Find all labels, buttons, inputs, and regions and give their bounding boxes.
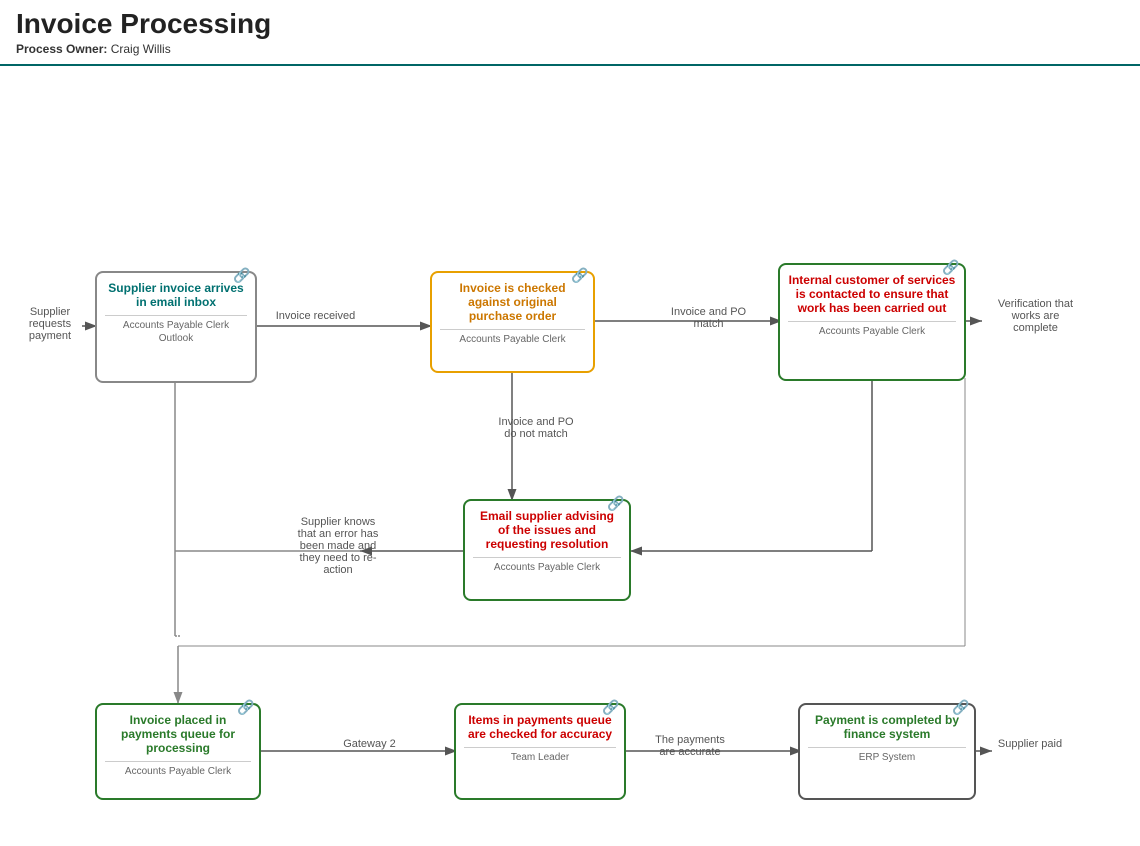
page-title: Invoice Processing xyxy=(16,8,1124,40)
clip-icon-1: 🔗 xyxy=(233,267,247,281)
clip-icon-3: 🔗 xyxy=(942,259,956,273)
label-po-match: Invoice and PO match xyxy=(656,306,761,330)
box-queue-accuracy: 🔗 Items in payments queue are checked fo… xyxy=(454,703,626,800)
box6-title: Items in payments queue are checked for … xyxy=(464,713,616,741)
box1-role: Accounts Payable Clerk xyxy=(105,320,247,331)
label-no-match: Invoice and PO do not match xyxy=(476,416,596,440)
label-gateway2: Gateway 2 xyxy=(322,738,417,750)
box7-role: ERP System xyxy=(808,752,966,763)
box4-title: Email supplier advising of the issues an… xyxy=(473,509,621,551)
box4-role: Accounts Payable Clerk xyxy=(473,562,621,573)
label-verification: Verification that works are complete xyxy=(978,298,1093,334)
box5-title: Invoice placed in payments queue for pro… xyxy=(105,713,251,755)
header: Invoice Processing Process Owner: Craig … xyxy=(0,0,1140,60)
box3-role: Accounts Payable Clerk xyxy=(788,326,956,337)
clip-icon-2: 🔗 xyxy=(571,267,585,281)
clip-icon-6: 🔗 xyxy=(602,699,616,713)
label-payments-accurate: The payments are accurate xyxy=(635,734,745,758)
box1-system: Outlook xyxy=(105,333,247,344)
box-internal-customer: 🔗 Internal customer of services is conta… xyxy=(778,263,966,381)
box-email-supplier: 🔗 Email supplier advising of the issues … xyxy=(463,499,631,601)
box-payments-queue: 🔗 Invoice placed in payments queue for p… xyxy=(95,703,261,800)
label-supplier-paid: Supplier paid xyxy=(985,738,1075,750)
box1-title: Supplier invoice arrives in email inbox xyxy=(105,281,247,309)
clip-icon-5: 🔗 xyxy=(237,699,251,713)
box7-title: Payment is completed by finance system xyxy=(808,713,966,741)
clip-icon-4: 🔗 xyxy=(607,495,621,509)
label-supplier-error: Supplier knows that an error has been ma… xyxy=(268,516,408,576)
label-supplier-requests: Supplier requests payment xyxy=(10,306,90,342)
box2-title: Invoice is checked against original purc… xyxy=(440,281,585,323)
clip-icon-7: 🔗 xyxy=(952,699,966,713)
box-payment-complete: 🔗 Payment is completed by finance system… xyxy=(798,703,976,800)
box5-role: Accounts Payable Clerk xyxy=(105,766,251,777)
box-supplier-invoice: 🔗 Supplier invoice arrives in email inbo… xyxy=(95,271,257,383)
process-canvas: Supplier requests payment Invoice receiv… xyxy=(0,66,1140,846)
label-invoice-received: Invoice received xyxy=(263,310,368,322)
process-owner: Process Owner: Craig Willis xyxy=(16,42,1124,56)
box6-role: Team Leader xyxy=(464,752,616,763)
box3-title: Internal customer of services is contact… xyxy=(788,273,956,315)
box2-role: Accounts Payable Clerk xyxy=(440,334,585,345)
box-invoice-check: 🔗 Invoice is checked against original pu… xyxy=(430,271,595,373)
